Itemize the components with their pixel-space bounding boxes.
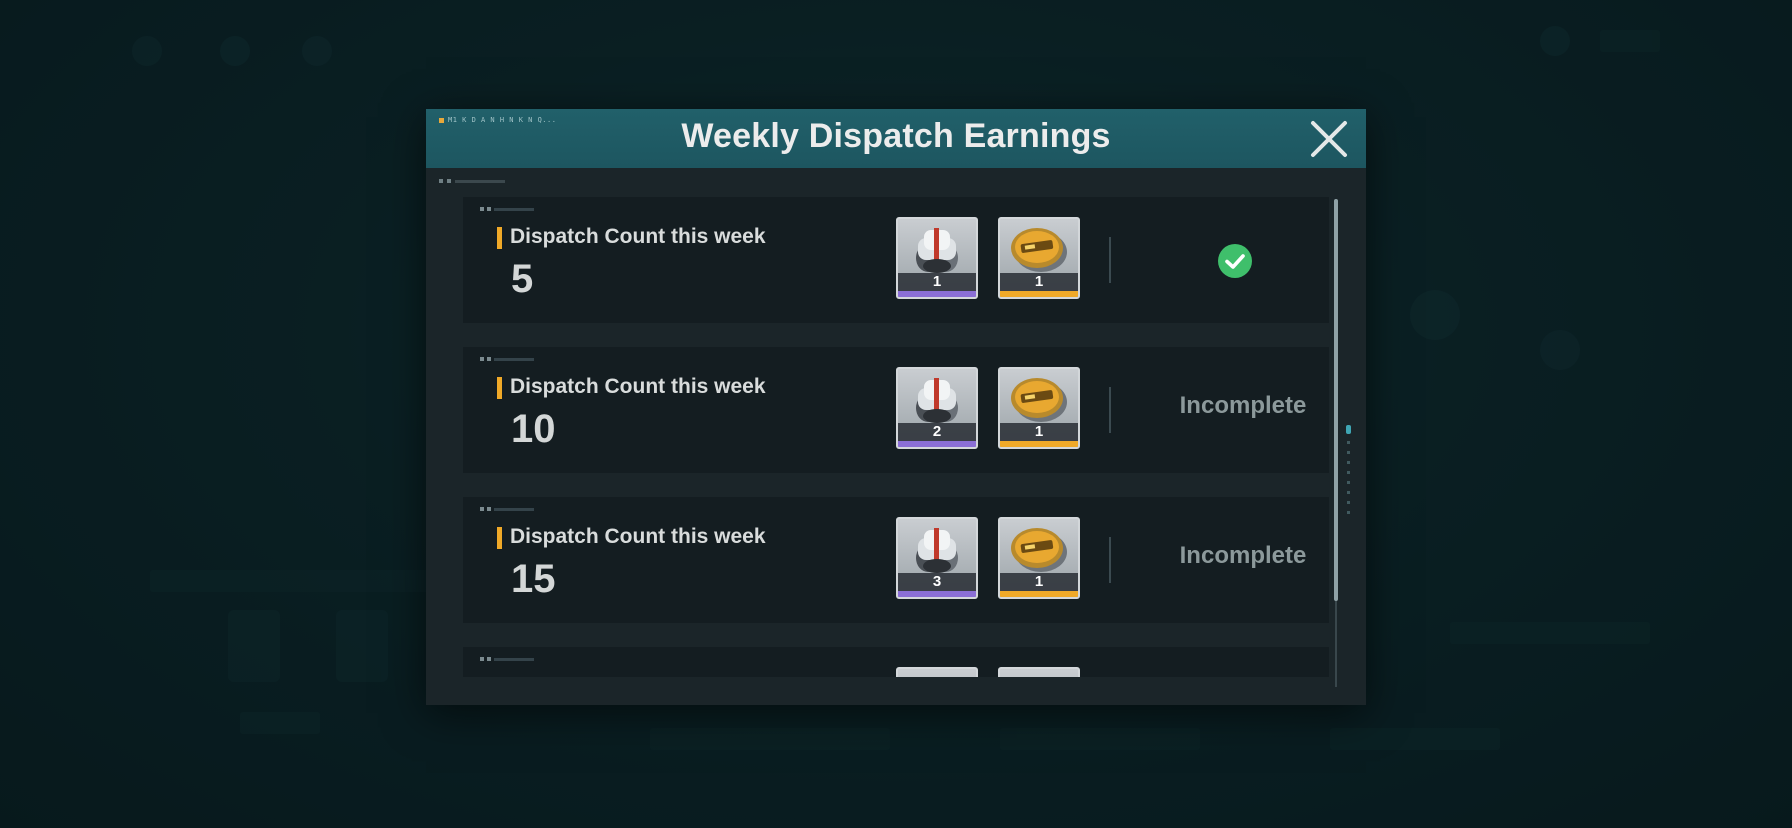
rarity-bar — [898, 441, 976, 447]
reward-quantity: 2 — [898, 423, 976, 441]
milestone-row: Dispatch Count this week 15 3 1 Incomple… — [463, 497, 1329, 623]
milestone-count: 5 — [511, 257, 534, 301]
row-decor-tag — [480, 207, 534, 211]
reward-item-coin[interactable]: 1 — [998, 367, 1080, 449]
reward-item-coin[interactable]: 1 — [998, 517, 1080, 599]
milestone-count: 10 — [511, 407, 556, 451]
status-incomplete-label: Incomplete — [1179, 392, 1307, 419]
reward-item-canister[interactable]: 1 — [896, 217, 978, 299]
data-canister-bundle-icon — [898, 669, 976, 677]
milestone-label: Dispatch Count this week — [510, 375, 766, 398]
row-decor-tag — [480, 657, 534, 661]
rarity-bar — [898, 591, 976, 597]
milestone-row: Dispatch Count this week 5 1 1 — [463, 197, 1329, 323]
milestone-count: 15 — [511, 557, 556, 601]
data-canister-bundle-icon — [898, 219, 976, 277]
body-decor-tag — [439, 179, 505, 183]
rarity-bar — [1000, 441, 1078, 447]
row-accent-bar — [497, 227, 502, 249]
weekly-dispatch-earnings-modal: M1 K D A N H N K N Q... Weekly Dispatch … — [426, 109, 1366, 705]
close-button[interactable] — [1309, 119, 1349, 159]
gold-coin-stack-icon — [1000, 219, 1078, 277]
row-accent-bar — [497, 527, 502, 549]
reward-quantity: 3 — [898, 573, 976, 591]
milestone-label: Dispatch Count this week — [510, 525, 766, 548]
modal-title: Weekly Dispatch Earnings — [681, 117, 1111, 155]
milestone-row: Dispatch Count this week 10 2 1 Incomple… — [463, 347, 1329, 473]
reward-item-canister[interactable] — [896, 667, 978, 677]
scrollbar-thumb[interactable] — [1334, 199, 1338, 601]
close-icon — [1311, 121, 1347, 157]
reward-item-canister[interactable]: 2 — [896, 367, 978, 449]
reward-item-coin[interactable]: 1 — [998, 217, 1080, 299]
row-divider — [1109, 387, 1111, 433]
row-decor-tag — [480, 357, 534, 361]
row-accent-bar — [497, 377, 502, 399]
reward-item-coin[interactable] — [998, 667, 1080, 677]
gold-coin-stack-icon — [1000, 369, 1078, 427]
modal-header: M1 K D A N H N K N Q... Weekly Dispatch … — [426, 109, 1366, 168]
reward-item-canister[interactable]: 3 — [896, 517, 978, 599]
gold-coin-stack-icon — [1000, 519, 1078, 577]
gold-coin-stack-icon — [1000, 669, 1078, 677]
milestone-label: Dispatch Count this week — [510, 225, 766, 248]
row-divider — [1109, 537, 1111, 583]
milestone-list[interactable]: Dispatch Count this week 5 1 1 Dispatch … — [463, 197, 1331, 677]
rarity-bar — [1000, 591, 1078, 597]
status-incomplete-label: Incomplete — [1179, 542, 1307, 569]
reward-quantity: 1 — [1000, 573, 1078, 591]
green-check-icon — [1218, 244, 1252, 278]
milestone-row: Dispatch Count this week — [463, 647, 1329, 677]
rarity-bar — [898, 291, 976, 297]
side-scroll-indicator — [1346, 425, 1352, 514]
row-decor-tag — [480, 507, 534, 511]
data-canister-bundle-icon — [898, 519, 976, 577]
row-divider — [1109, 237, 1111, 283]
rarity-bar — [1000, 291, 1078, 297]
data-canister-bundle-icon — [898, 369, 976, 427]
reward-quantity: 1 — [1000, 273, 1078, 291]
milestone-label: Dispatch Count this week — [510, 675, 766, 677]
reward-quantity: 1 — [1000, 423, 1078, 441]
reward-quantity: 1 — [898, 273, 976, 291]
